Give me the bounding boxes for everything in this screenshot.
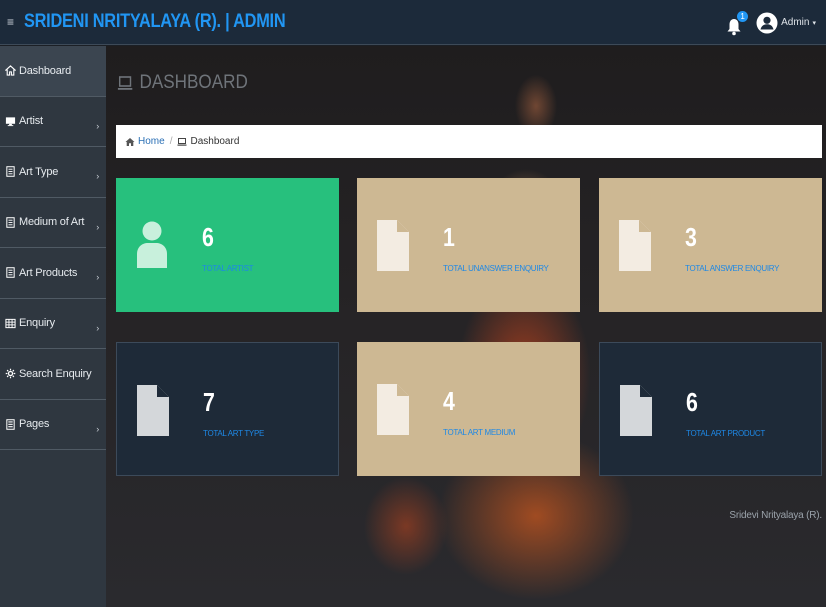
pages-icon [4,418,16,430]
page-title-text: DASHBOARD [139,72,248,93]
chevron-right-icon: › [96,120,99,131]
document-icon [4,166,16,178]
file-icon [620,385,652,436]
footer-text: Sridevi Nrityalaya (R). [729,510,822,521]
sidebar-item-label: Art Products [19,266,78,279]
card-total-art-medium[interactable]: 4 TOTAL ART MEDIUM [357,342,580,476]
card-value: 4 [443,386,455,416]
file-icon [137,385,169,436]
user-icon [137,221,167,268]
sidebar-item-label: Enquiry [19,317,55,330]
document-icon [4,216,16,228]
chevron-right-icon: › [96,322,99,333]
card-total-artist[interactable]: 6 TOTAL ARTIST [116,178,339,312]
chevron-right-icon: › [96,272,99,282]
card-value: 6 [202,222,214,252]
home-icon [4,65,16,77]
chevron-right-icon: › [96,423,99,434]
sidebar-item-label: Search Enquiry [19,367,92,380]
sidebar-item-enquiry[interactable]: Enquiry › [0,299,106,349]
notification-badge: 1 [737,10,749,22]
breadcrumb: Home / Dashboard [116,125,822,158]
notifications-button[interactable]: 1 [726,10,749,35]
avatar-icon [756,12,778,33]
sidebar-item-label: Artist [19,115,43,128]
table-icon [4,317,16,329]
monitor-icon [4,115,16,127]
home-icon [125,137,135,146]
chevron-right-icon: › [96,221,99,232]
sidebar-item-pages[interactable]: Pages › [0,400,106,450]
sidebar-item-search-enquiry[interactable]: Search Enquiry [0,349,106,400]
card-value: 6 [686,387,698,417]
card-value: 7 [203,387,215,417]
file-icon [619,220,651,271]
document-icon [4,267,16,279]
chevron-down-icon: ▾ [812,19,816,27]
page-title: DASHBOARD [117,72,248,94]
menu-toggle-icon[interactable]: ≡ [7,15,21,29]
breadcrumb-current: Dashboard [177,136,239,147]
breadcrumb-separator: / [169,136,173,147]
user-name: Admin [781,17,810,28]
card-total-art-type[interactable]: 7 TOTAL ART TYPE [116,342,339,476]
card-label: TOTAL ANSWER ENQUIRY [685,264,780,273]
sidebar-item-label: Medium of Art [19,216,85,229]
chevron-right-icon: › [96,171,99,181]
main-content: DASHBOARD Home / Dashboard 6 TOTAL ARTIS… [106,46,826,607]
card-total-unanswer-enquiry[interactable]: 1 TOTAL UNANSWER ENQUIRY [357,178,580,312]
file-icon [377,384,409,435]
sidebar-item-label: Art Type [19,165,59,178]
laptop-icon [117,76,133,90]
card-value: 1 [443,222,455,252]
card-value: 3 [685,222,697,252]
sidebar-item-label: Dashboard [19,64,72,77]
sidebar-item-dashboard[interactable]: Dashboard [0,46,106,97]
card-total-art-product[interactable]: 6 TOTAL ART PRODUCT [599,342,822,476]
file-icon [377,220,409,271]
sidebar: Dashboard Artist › Art Type › Medium of … [0,46,106,607]
card-label: TOTAL ART TYPE [203,429,265,438]
card-label: TOTAL UNANSWER ENQUIRY [443,264,549,273]
card-total-answer-enquiry[interactable]: 3 TOTAL ANSWER ENQUIRY [599,178,822,312]
top-right-controls: 1 Admin ▾ [726,0,816,45]
sidebar-item-artist[interactable]: Artist › [0,97,106,147]
breadcrumb-current-label: Dashboard [190,136,240,147]
brand-title[interactable]: SRIDENI NRITYALAYA (R). | ADMIN [24,11,286,33]
card-label: TOTAL ARTIST [202,264,254,273]
card-label: TOTAL ART MEDIUM [443,428,516,437]
top-navbar: ≡ SRIDENI NRITYALAYA (R). | ADMIN 1 Admi… [0,0,826,45]
sidebar-item-art-type[interactable]: Art Type › [0,147,106,198]
card-label: TOTAL ART PRODUCT [686,429,765,438]
search-gear-icon [4,368,16,380]
user-menu[interactable]: Admin ▾ [756,12,816,34]
sidebar-item-art-products[interactable]: Art Products › [0,248,106,299]
breadcrumb-home-link[interactable]: Home [125,136,165,147]
laptop-icon [177,137,187,146]
breadcrumb-home-label: Home [138,136,165,147]
sidebar-item-medium-of-art[interactable]: Medium of Art › [0,198,106,248]
sidebar-item-label: Pages [19,418,50,431]
